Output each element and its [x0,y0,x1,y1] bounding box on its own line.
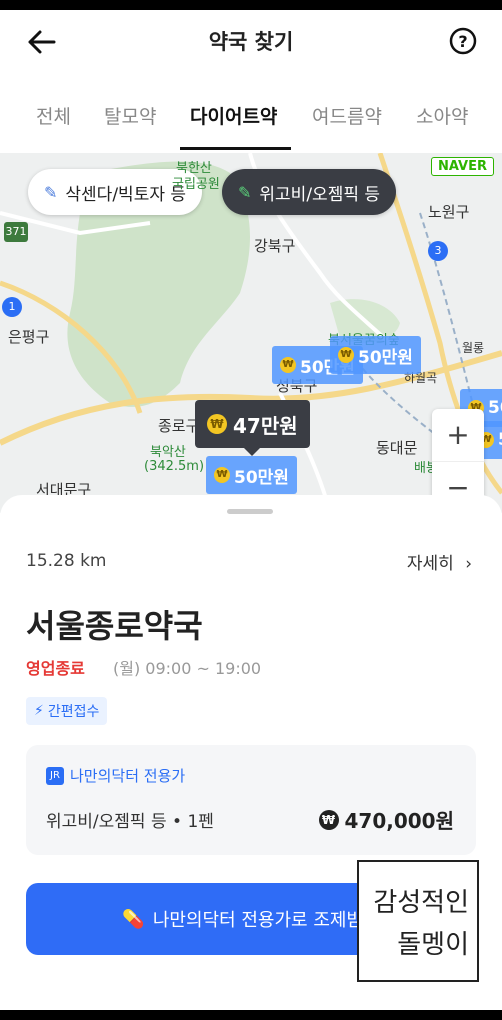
selected-price-marker[interactable]: ₩ 47만원 [195,400,310,456]
filter-chip-label: 위고비/오젬픽 등 [259,184,381,205]
tab-pediatric[interactable]: 소아약 [416,102,468,129]
help-button[interactable]: ? [448,26,478,56]
map-label-eunpyeong: 은평구 [8,328,50,346]
category-tabs: 전체 탈모약 다이어트약 여드름약 소아약 [0,90,502,152]
price-value: 470,000원 [344,809,455,833]
pill-icon: ✎ [44,182,58,202]
product-description: 위고비/오젬픽 등 • 1펜 [46,812,214,832]
won-icon: ₩ [318,809,339,830]
watermark-line-1: 감성적인 [373,888,469,918]
watermark-line-2: 돌멩이 [397,930,469,960]
tab-acne[interactable]: 여드름약 [312,102,382,129]
sheet-drag-handle[interactable] [227,509,273,514]
tab-hair-loss[interactable]: 탈모약 [104,102,156,129]
map-label-bugaksan: 북악산 [150,445,186,460]
map-label-dongdaemun: 동대문 [376,439,418,457]
watermark-stamp: 감성적인 돌멩이 [357,860,479,982]
app-header: 약국 찾기 ? [0,10,502,72]
won-coin-icon: ₩ [207,414,227,434]
business-status: 영업종료 [26,659,85,678]
tab-active-indicator [180,147,291,150]
marker-label: 47만원 [233,413,298,438]
won-coin-icon: ₩ [214,467,230,483]
exclusive-price-tag: JR 나만의닥터 전용가 [46,765,185,786]
marker-label: 5 [498,430,502,450]
filter-chip-label: 삭센다/빅토자 등 [65,184,187,205]
price-marker[interactable]: ₩ 50만원 [330,336,421,374]
distance-text: 15.28 km [26,551,107,571]
map-label-wolgye: 월롱 [462,341,485,355]
route-badge-371: 371 [4,222,28,242]
price-amount: ₩ 470,000원 [318,805,455,834]
quick-reception-badge: ⚡ 간편접수 [26,697,108,725]
map-label-gangbuk: 강북구 [254,237,296,255]
brand-logo-icon: JR [46,766,64,785]
marker-label: 50만원 [234,467,289,488]
pill-icon: 💊 [122,908,145,930]
price-marker[interactable]: ₩ 50만원 [206,456,297,494]
chevron-right-icon: › [465,554,472,574]
map-label-bugaksan-height: (342.5m) [144,459,205,474]
marker-label: 50 [488,398,502,418]
pharmacy-name: 서울종로약국 [26,607,203,645]
price-tag-label: 나만의닥터 전용가 [70,767,186,785]
price-card: JR 나만의닥터 전용가 위고비/오젬픽 등 • 1펜 ₩ 470,000원 [26,745,476,855]
zoom-in-button[interactable]: + [432,409,484,461]
won-coin-icon: ₩ [338,347,354,363]
badge-label: 간편접수 [47,704,100,720]
map-label-national-park: 국립공원 [172,177,220,192]
map-view[interactable]: ✎ 삭센다/빅토자 등 ✎ 위고비/오젬픽 등 NAVER 북한산 국립공원 강… [0,153,502,513]
marker-label: 50만원 [358,347,413,368]
page-title: 약국 찾기 [208,30,294,54]
won-coin-icon: ₩ [280,357,296,373]
detail-link[interactable]: 자세히 › [407,549,472,574]
detail-link-label: 자세히 [406,554,454,574]
question-circle-icon: ? [449,27,477,55]
map-label-nowon: 노원구 [428,203,470,221]
filter-chip-wegovy[interactable]: ✎ 위고비/오젬픽 등 [222,169,397,215]
tab-diet[interactable]: 다이어트약 [190,102,277,129]
prescribe-button-label: 나만의닥터 전용가로 조제받기 [152,910,380,931]
business-hours: (월) 09:00 ~ 19:00 [113,659,262,678]
route-badge-1: 1 [2,297,22,317]
route-badge-3: 3 [428,241,448,261]
lightning-icon: ⚡ [34,703,44,719]
naver-logo: NAVER [430,157,494,176]
map-label-jongno: 종로구 [158,417,200,435]
pill-icon: ✎ [238,182,252,202]
svg-text:?: ? [458,32,467,51]
tab-all[interactable]: 전체 [36,102,71,129]
